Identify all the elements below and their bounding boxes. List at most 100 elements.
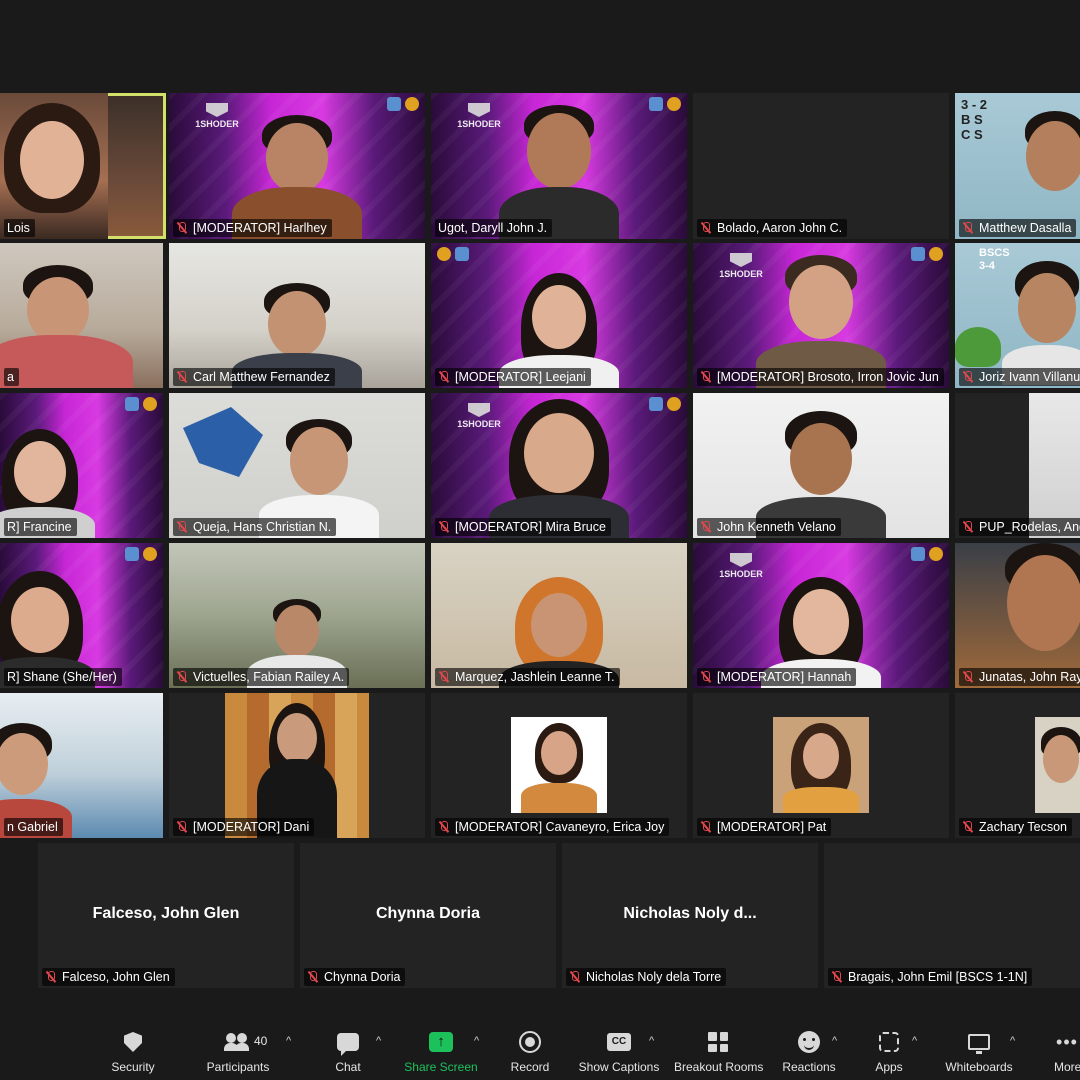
- name-tag: Matthew Dasalla: [959, 219, 1077, 237]
- org-badge-icon: [143, 547, 157, 561]
- mic-muted-icon: [962, 222, 974, 234]
- participant-name: R] Shane (She/Her): [7, 670, 117, 684]
- video-tile-chynna[interactable]: Chynna Doria Chynna Doria: [300, 843, 556, 988]
- participant-figure: [4, 103, 100, 233]
- logo-graphic: [183, 407, 263, 477]
- share-screen-icon: ↑: [429, 1032, 453, 1052]
- chat-options-chevron-icon[interactable]: ^: [376, 1036, 388, 1047]
- mic-muted-icon: [700, 671, 712, 683]
- whiteboard-icon: [968, 1034, 990, 1054]
- participant-name: Bragais, John Emil [BSCS 1-1N]: [848, 970, 1028, 984]
- participant-name: [MODERATOR] Cavaneyro, Erica Joy: [455, 820, 665, 834]
- virtual-background-text: 3 - 2 B S C S: [961, 97, 988, 142]
- video-tile-francine[interactable]: R] Francine: [0, 393, 163, 538]
- more-button[interactable]: ••• More: [1054, 1030, 1080, 1074]
- video-tile-zachary[interactable]: Zachary Tecson: [955, 693, 1080, 838]
- org-badge-icon: [387, 97, 401, 111]
- whiteboards-options-chevron-icon[interactable]: ^: [1010, 1036, 1022, 1047]
- video-tile-harlhey[interactable]: 1SHODER [MODERATOR] Harlhey: [169, 93, 425, 239]
- share-options-chevron-icon[interactable]: ^: [474, 1036, 486, 1047]
- participant-name: Ugot, Daryll John J.: [438, 221, 548, 235]
- participant-video: [1029, 393, 1080, 538]
- record-button[interactable]: Record: [508, 1030, 552, 1074]
- video-tile-mira[interactable]: 1SHODER [MODERATOR] Mira Bruce: [431, 393, 687, 538]
- video-tile-nicholas[interactable]: Nicholas Noly d... Nicholas Noly dela To…: [562, 843, 818, 988]
- mic-muted-icon: [176, 222, 188, 234]
- video-tile-fabian[interactable]: Victuelles, Fabian Railey A.: [169, 543, 425, 688]
- participant-name: [MODERATOR] Harlhey: [193, 221, 327, 235]
- mic-muted-icon: [438, 821, 450, 833]
- video-tile-carl[interactable]: Carl Matthew Fernandez: [169, 243, 425, 388]
- participants-options-chevron-icon[interactable]: ^: [286, 1036, 298, 1047]
- participant-name: [MODERATOR] Hannah: [717, 670, 852, 684]
- name-tag: [MODERATOR] Cavaneyro, Erica Joy: [435, 818, 670, 836]
- video-tile-pup-rodelas[interactable]: PUP_Rodelas, Ang: [955, 393, 1080, 538]
- video-tile-pat[interactable]: [MODERATOR] Pat: [693, 693, 949, 838]
- video-tile-matthew[interactable]: 3 - 2 B S C S Matthew Dasalla: [955, 93, 1080, 239]
- reactions-options-chevron-icon[interactable]: ^: [832, 1036, 844, 1047]
- name-tag: [MODERATOR] Pat: [697, 818, 832, 836]
- name-tag: [MODERATOR] Dani: [173, 818, 315, 836]
- video-tile-hannah[interactable]: 1SHODER [MODERATOR] Hannah: [693, 543, 949, 688]
- participant-name: Marquez, Jashlein Leanne T.: [455, 670, 615, 684]
- org-badge-icon: [667, 97, 681, 111]
- video-tile-shane[interactable]: R] Shane (She/Her): [0, 543, 163, 688]
- participant-name: [MODERATOR] Leejani: [455, 370, 586, 384]
- video-tile-falceso[interactable]: Falceso, John Glen Falceso, John Glen: [38, 843, 294, 988]
- video-tile-dani[interactable]: [MODERATOR] Dani: [169, 693, 425, 838]
- video-tile-junatas[interactable]: Junatas, John Ray: [955, 543, 1080, 688]
- org-badge-icon: [437, 247, 451, 261]
- name-tag: Bolado, Aaron John C.: [697, 219, 848, 237]
- participant-name: PUP_Rodelas, Ang: [979, 520, 1080, 534]
- record-icon: [519, 1031, 541, 1053]
- apps-icon: [879, 1032, 899, 1052]
- mic-muted-icon: [700, 521, 712, 533]
- video-tile-john-kenneth[interactable]: John Kenneth Velano: [693, 393, 949, 538]
- security-button[interactable]: Security: [110, 1030, 156, 1074]
- video-tile-gabriel[interactable]: n Gabriel: [0, 693, 163, 838]
- video-tile-erica[interactable]: [MODERATOR] Cavaneyro, Erica Joy: [431, 693, 687, 838]
- participant-name: Falceso, John Glen: [62, 970, 170, 984]
- captions-options-chevron-icon[interactable]: ^: [649, 1036, 661, 1047]
- name-tag: Marquez, Jashlein Leanne T.: [435, 668, 620, 686]
- whiteboards-button[interactable]: Whiteboards: [944, 1030, 1014, 1074]
- apps-options-chevron-icon[interactable]: ^: [912, 1036, 924, 1047]
- org-badge-icon: [911, 547, 925, 561]
- video-tile-daryll[interactable]: 1SHODER Ugot, Daryll John J.: [431, 93, 687, 239]
- show-captions-button[interactable]: CC Show Captions: [578, 1030, 660, 1074]
- name-tag: [MODERATOR] Brosoto, Irron Jovic Jun: [697, 368, 944, 386]
- name-tag: R] Francine: [4, 518, 77, 536]
- breakout-rooms-button[interactable]: Breakout Rooms: [674, 1030, 763, 1074]
- apps-button[interactable]: Apps: [872, 1030, 906, 1074]
- participant-name: [MODERATOR] Pat: [717, 820, 827, 834]
- video-tile-bragais[interactable]: Bragais, John Emil [BSCS 1-1N]: [824, 843, 1080, 988]
- more-options-icon: •••: [1056, 1032, 1078, 1052]
- video-tile-a[interactable]: a: [0, 243, 163, 388]
- smiley-icon: [798, 1031, 820, 1053]
- participant-name: [MODERATOR] Brosoto, Irron Jovic Jun: [717, 370, 939, 384]
- participant-name: Joriz Ivann Villanu: [979, 370, 1080, 384]
- participant-figure: [995, 543, 1080, 688]
- video-tile-leejani[interactable]: [MODERATOR] Leejani: [431, 243, 687, 388]
- name-tag: Zachary Tecson: [959, 818, 1073, 836]
- chat-button[interactable]: Chat: [330, 1030, 366, 1074]
- name-tag: Falceso, John Glen: [42, 968, 175, 986]
- video-tile-joriz[interactable]: BSCS 3-4 Joriz Ivann Villanu: [955, 243, 1080, 388]
- tree-graphic: [955, 327, 1001, 367]
- video-tile-aaron[interactable]: Bolado, Aaron John C.: [693, 93, 949, 239]
- participant-name: Victuelles, Fabian Railey A.: [193, 670, 345, 684]
- people-icon: [224, 1033, 252, 1051]
- share-screen-button[interactable]: ↑ Share Screen: [402, 1030, 480, 1074]
- reactions-button[interactable]: Reactions: [782, 1030, 836, 1074]
- mic-muted-icon: [962, 521, 974, 533]
- video-tile-brosoto[interactable]: 1SHODER [MODERATOR] Brosoto, Irron Jovic…: [693, 243, 949, 388]
- org-badge-icon: [667, 397, 681, 411]
- video-tile-jashlein[interactable]: Marquez, Jashlein Leanne T.: [431, 543, 687, 688]
- profile-photo: [511, 717, 607, 813]
- participant-name: a: [7, 370, 14, 384]
- video-tile-hans[interactable]: Queja, Hans Christian N.: [169, 393, 425, 538]
- video-tile-lois[interactable]: Lois: [0, 93, 166, 239]
- closed-captions-icon: CC: [607, 1033, 631, 1051]
- mic-muted-icon: [438, 671, 450, 683]
- participant-name: Junatas, John Ray: [979, 670, 1080, 684]
